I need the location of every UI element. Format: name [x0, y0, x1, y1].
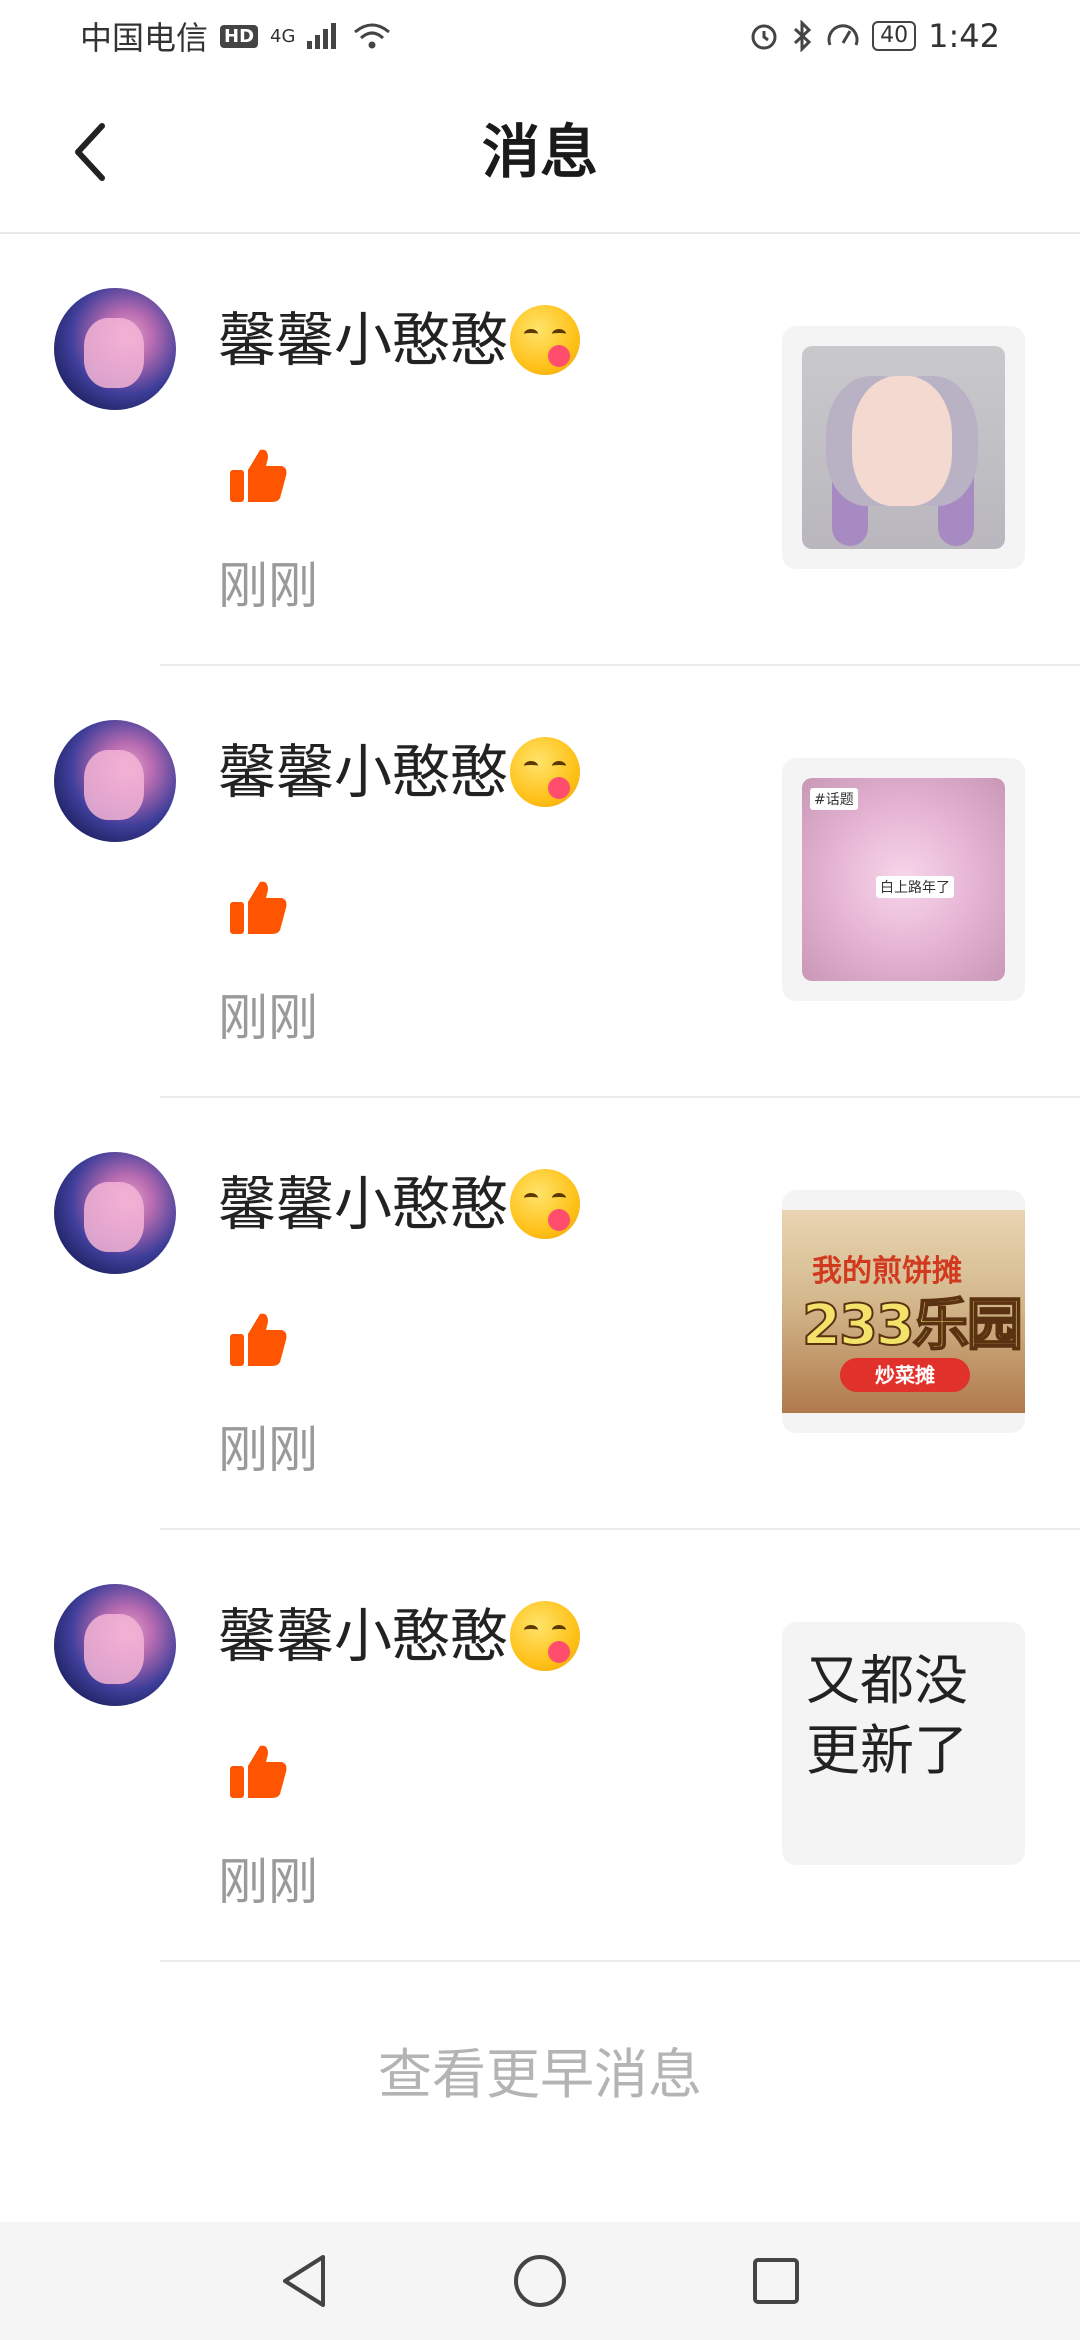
- post-thumbnail[interactable]: [782, 326, 1025, 569]
- thumbs-up-icon: [230, 1313, 287, 1366]
- timestamp: 刚刚: [218, 557, 318, 615]
- post-thumbnail[interactable]: 我的煎饼摊 233乐园 炒菜摊: [782, 1190, 1025, 1433]
- username-row[interactable]: 馨馨小憨憨: [218, 304, 581, 376]
- clock: 1:42: [928, 17, 1000, 55]
- view-earlier-messages-link[interactable]: 查看更早消息: [0, 2040, 1080, 2110]
- yum-face-icon: [510, 1169, 581, 1239]
- avatar-hair-shape: [84, 750, 144, 820]
- system-nav-bar: [0, 2222, 1080, 2340]
- username-row[interactable]: 馨馨小憨憨: [218, 1600, 581, 1672]
- network-type: 4G: [270, 25, 296, 47]
- list-item[interactable]: 馨馨小憨憨 刚刚: [0, 234, 1080, 666]
- post-thumbnail[interactable]: 又都没更新了: [782, 1622, 1025, 1865]
- game-logo-text: 233乐园: [801, 1292, 1024, 1359]
- timestamp: 刚刚: [218, 1853, 318, 1911]
- yum-face-icon: [510, 1601, 581, 1671]
- nav-recents-icon: [753, 2258, 799, 2304]
- post-text-preview: 又都没更新了: [806, 1649, 968, 1782]
- divider: [160, 1960, 1080, 1962]
- speed-icon: [827, 24, 859, 46]
- thumbs-up-icon: [230, 881, 287, 934]
- timestamp: 刚刚: [218, 1421, 318, 1479]
- timestamp: 刚刚: [218, 989, 318, 1047]
- avatar[interactable]: [54, 1584, 176, 1706]
- game-banner-image: 我的煎饼摊 233乐园 炒菜摊: [782, 1210, 1025, 1413]
- carrier-label: 中国电信: [80, 19, 209, 57]
- username-row[interactable]: 馨馨小憨憨: [218, 736, 581, 808]
- status-bar: 中国电信 HD 4G 40 1:42: [0, 0, 1080, 72]
- username: 馨馨小憨憨: [218, 1170, 509, 1238]
- image-caption: 白上路年了: [876, 876, 954, 898]
- avatar[interactable]: [54, 1152, 176, 1274]
- list-item[interactable]: 馨馨小憨憨 刚刚 #话题 白上路年了: [0, 666, 1080, 1098]
- slime-image: #话题 白上路年了: [802, 778, 1005, 981]
- page-title: 消息: [481, 118, 598, 186]
- avatar-hair-shape: [84, 1182, 144, 1252]
- nav-back-icon: [283, 2255, 325, 2307]
- username: 馨馨小憨憨: [218, 738, 509, 806]
- status-right: 40 1:42: [748, 17, 1000, 55]
- hd-badge: HD: [220, 24, 259, 48]
- username-row[interactable]: 馨馨小憨憨: [218, 1168, 581, 1240]
- yum-face-icon: [510, 737, 581, 807]
- battery-indicator: 40: [872, 21, 917, 51]
- yum-face-icon: [510, 305, 581, 375]
- header-bar: 消息: [0, 72, 1080, 234]
- nav-home-icon: [514, 2255, 566, 2307]
- nav-recents-button[interactable]: [748, 2253, 804, 2309]
- game-button: 炒菜摊: [840, 1358, 970, 1392]
- list-item[interactable]: 馨馨小憨憨 刚刚 我的煎饼摊 233乐园 炒菜摊: [0, 1098, 1080, 1530]
- username: 馨馨小憨憨: [218, 306, 509, 374]
- image-tag: #话题: [810, 788, 858, 810]
- alarm-icon: [751, 24, 777, 50]
- thumbs-up-icon: [230, 449, 287, 502]
- avatar-hair-shape: [84, 318, 144, 388]
- nav-back-button[interactable]: [276, 2253, 332, 2309]
- avatar[interactable]: [54, 288, 176, 410]
- bluetooth-icon: [794, 20, 812, 52]
- avatar[interactable]: [54, 720, 176, 842]
- nav-home-button[interactable]: [512, 2253, 568, 2309]
- status-left: 中国电信 HD 4G: [80, 13, 391, 59]
- list-item[interactable]: 馨馨小憨憨 刚刚 又都没更新了: [0, 1530, 1080, 1962]
- post-thumbnail[interactable]: #话题 白上路年了: [782, 758, 1025, 1001]
- thumbs-up-icon: [230, 1745, 287, 1798]
- notification-list: 馨馨小憨憨 刚刚 馨馨小憨憨 刚刚 #话题 白上路年了 馨馨小憨憨 刚刚 我的煎…: [0, 234, 1080, 1962]
- avatar-hair-shape: [84, 1614, 144, 1684]
- anime-character-image: [802, 346, 1005, 549]
- username: 馨馨小憨憨: [218, 1602, 509, 1670]
- wifi-icon: [354, 23, 391, 49]
- signal-icon: [307, 23, 337, 49]
